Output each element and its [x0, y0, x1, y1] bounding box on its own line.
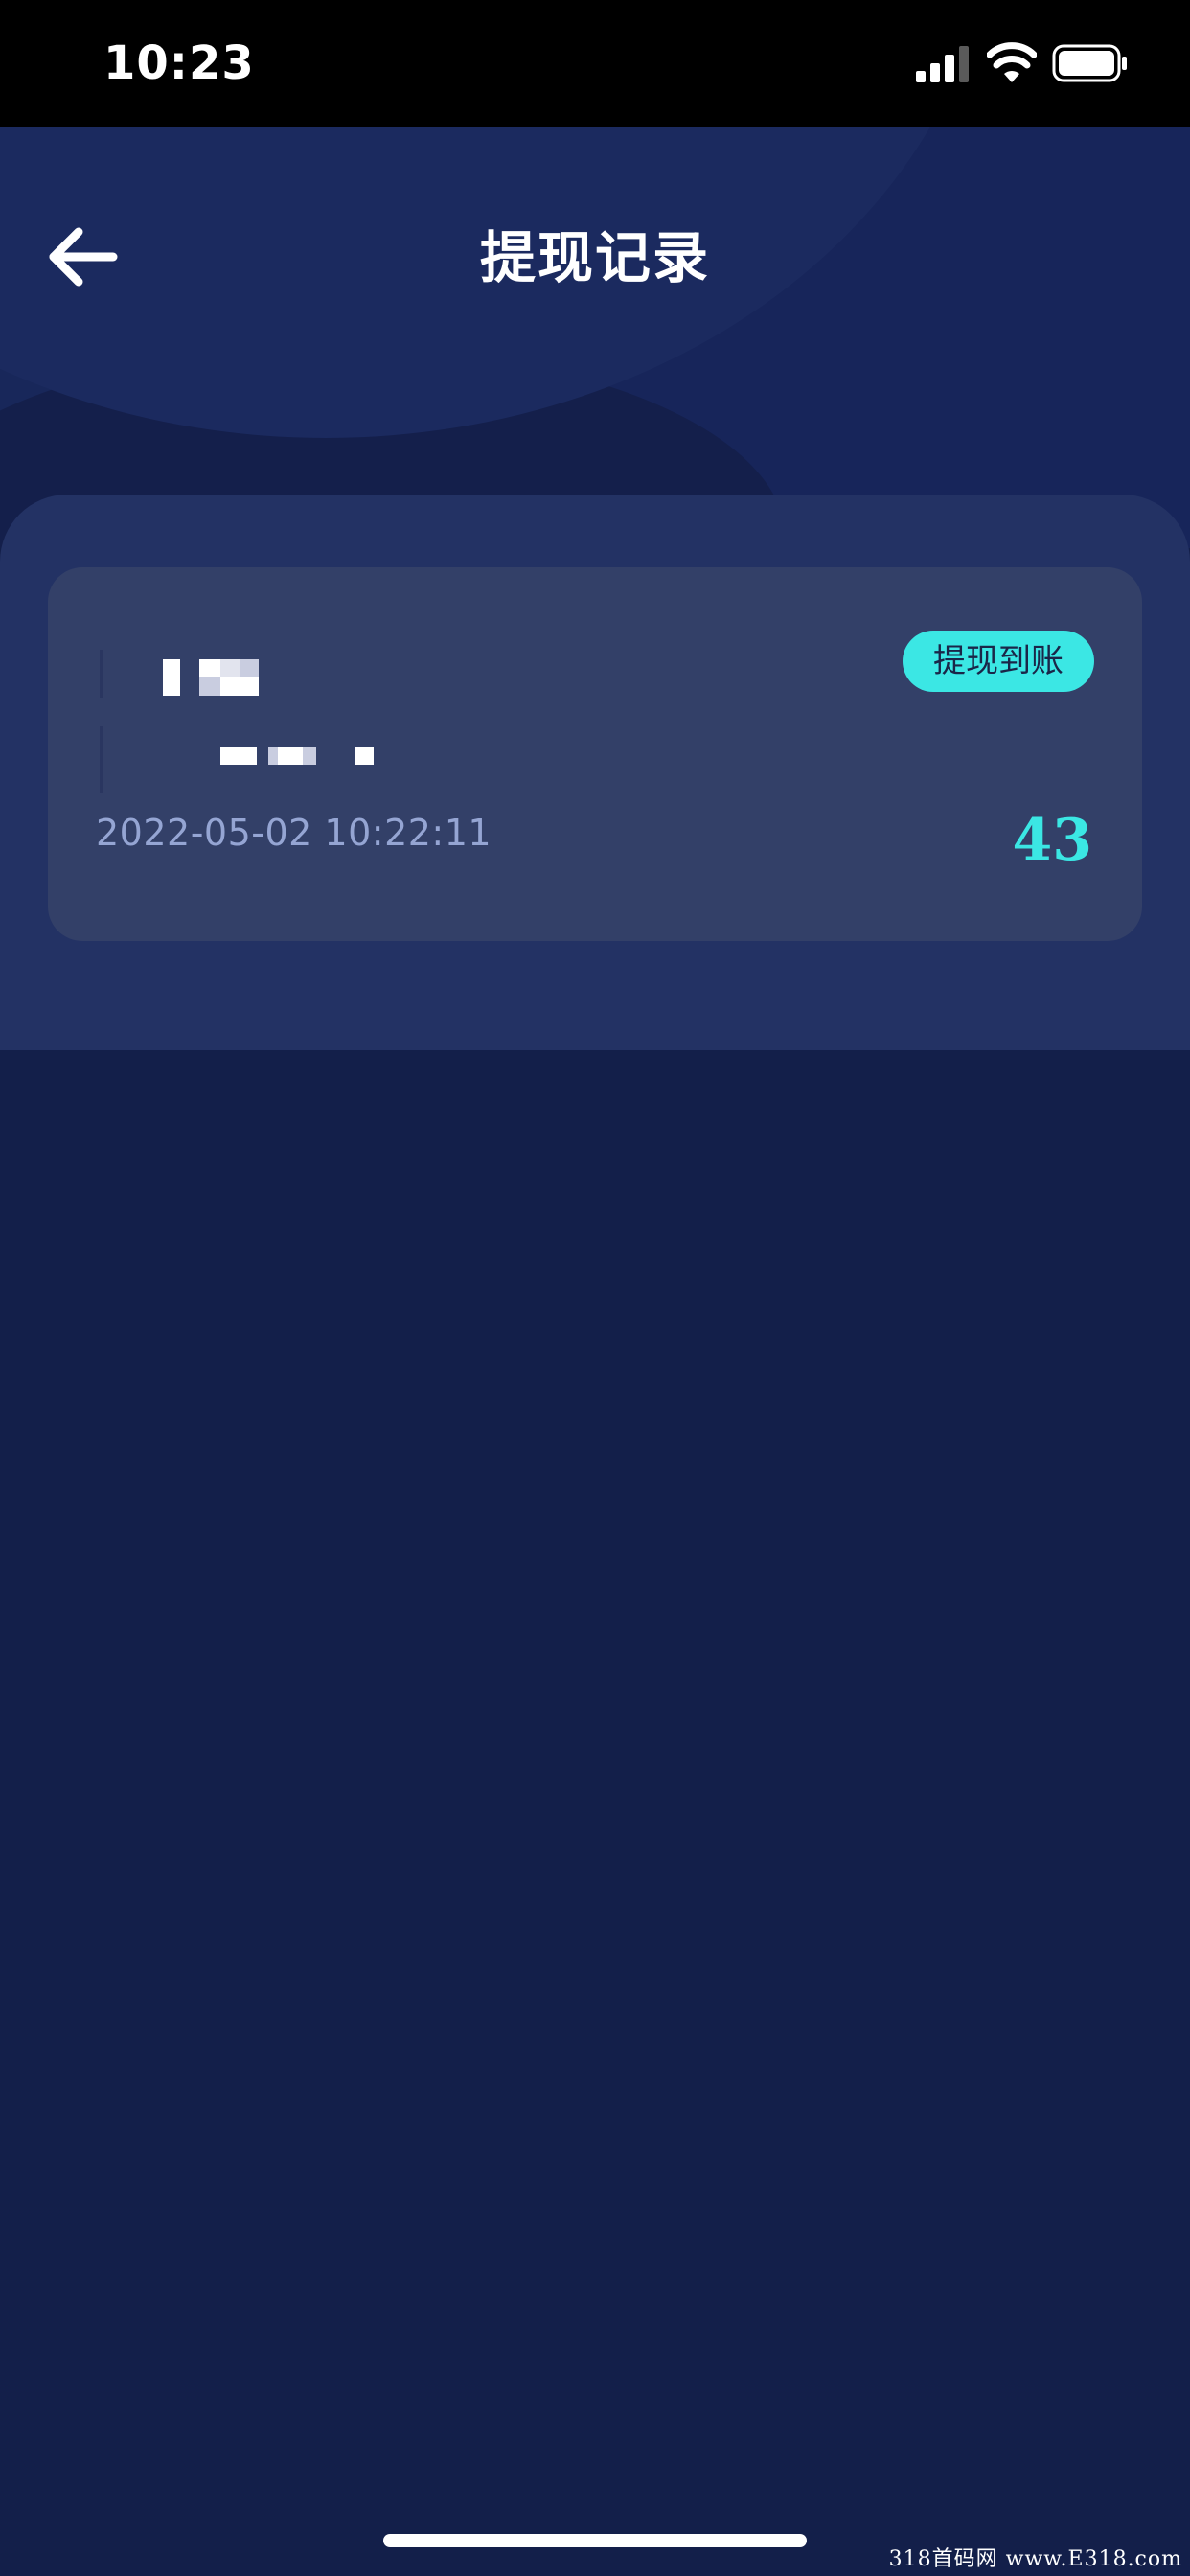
home-indicator[interactable] — [383, 2534, 807, 2547]
signal-icon — [916, 46, 969, 82]
screen: 10:23 提现记录 提现到账 2022-05-02 10:22:11 43 3… — [0, 0, 1190, 2576]
status-time: 10:23 — [103, 36, 255, 90]
status-badge: 提现到账 — [903, 631, 1094, 692]
watermark: 318首码网 www.E318.com — [888, 2547, 1182, 2571]
record-amount: 43 — [1012, 807, 1093, 874]
battery-icon — [1052, 44, 1127, 82]
status-bar: 10:23 — [0, 0, 1190, 126]
header-background — [0, 126, 1190, 548]
record-time: 2022-05-02 10:22:11 — [96, 812, 492, 854]
record-card[interactable]: 提现到账 2022-05-02 10:22:11 43 — [48, 567, 1142, 941]
masked-account-info — [100, 650, 316, 794]
wifi-icon — [987, 42, 1037, 82]
masked-account-info — [268, 748, 374, 765]
page-title: 提现记录 — [479, 225, 710, 290]
